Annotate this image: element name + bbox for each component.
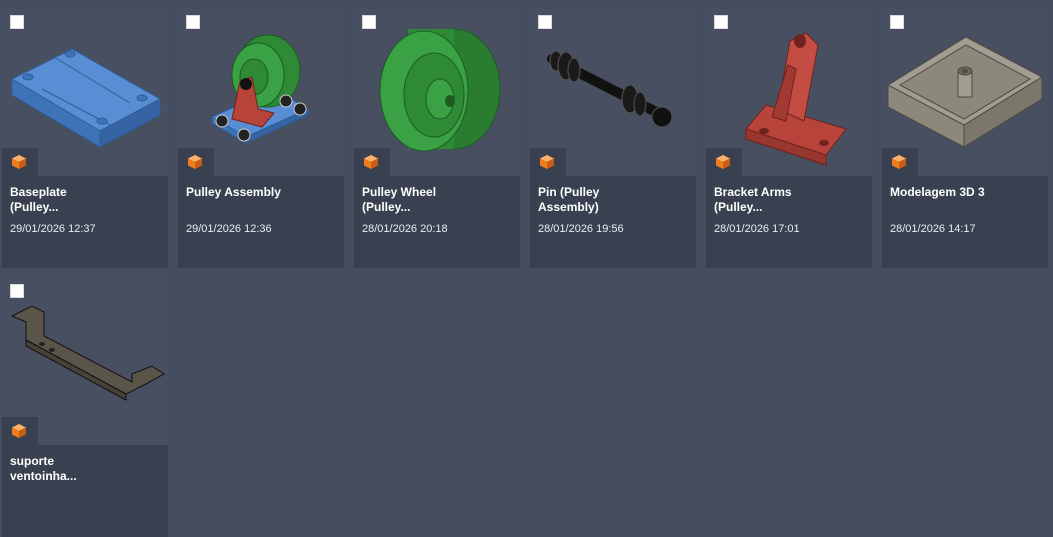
cube-icon: [364, 155, 378, 169]
thumbnail-pin[interactable]: [530, 9, 696, 176]
design-type-badge: [882, 148, 918, 176]
select-checkbox[interactable]: [714, 15, 728, 29]
select-checkbox[interactable]: [10, 284, 24, 298]
design-card[interactable]: Baseplate (Pulley... 29/01/2026 12:37: [2, 9, 168, 268]
design-title[interactable]: Bracket Arms (Pulley...: [714, 185, 862, 215]
thumbnail-baseplate[interactable]: [2, 9, 168, 176]
thumbnail-modelagem[interactable]: [882, 9, 1048, 176]
design-card[interactable]: Pin (Pulley Assembly) 28/01/2026 19:56: [530, 9, 696, 268]
modified-date: 28/01/2026 20:18: [362, 223, 448, 235]
modified-date: 28/01/2026 14:17: [890, 223, 976, 235]
cube-icon: [12, 155, 26, 169]
cube-icon: [12, 424, 26, 438]
design-card[interactable]: suporte ventoinha...: [2, 278, 168, 537]
design-card[interactable]: Modelagem 3D 3 28/01/2026 14:17: [882, 9, 1048, 268]
cube-icon: [716, 155, 730, 169]
modified-date: 29/01/2026 12:37: [10, 223, 96, 235]
design-card[interactable]: Pulley Assembly 29/01/2026 12:36: [178, 9, 344, 268]
design-type-badge: [178, 148, 214, 176]
design-type-badge: [2, 148, 38, 176]
cube-icon: [540, 155, 554, 169]
thumbnail-bracket-arms[interactable]: [706, 9, 872, 176]
design-type-badge: [530, 148, 566, 176]
select-checkbox[interactable]: [362, 15, 376, 29]
design-title[interactable]: Pulley Assembly: [186, 185, 334, 200]
design-title[interactable]: Pulley Wheel (Pulley...: [362, 185, 510, 215]
design-title[interactable]: suporte ventoinha...: [10, 454, 158, 484]
design-title[interactable]: Baseplate (Pulley...: [10, 185, 158, 215]
select-checkbox[interactable]: [538, 15, 552, 29]
modified-date: 28/01/2026 19:56: [538, 223, 624, 235]
modified-date: 29/01/2026 12:36: [186, 223, 272, 235]
select-checkbox[interactable]: [890, 15, 904, 29]
design-type-badge: [706, 148, 742, 176]
thumbnail-suporte-ventoinha[interactable]: [2, 278, 168, 445]
design-type-badge: [2, 417, 38, 445]
cube-icon: [892, 155, 906, 169]
design-title[interactable]: Pin (Pulley Assembly): [538, 185, 686, 215]
select-checkbox[interactable]: [186, 15, 200, 29]
design-type-badge: [354, 148, 390, 176]
select-checkbox[interactable]: [10, 15, 24, 29]
cube-icon: [188, 155, 202, 169]
design-title[interactable]: Modelagem 3D 3: [890, 185, 1038, 200]
thumbnail-pulley-wheel[interactable]: [354, 9, 520, 176]
design-card[interactable]: Pulley Wheel (Pulley... 28/01/2026 20:18: [354, 9, 520, 268]
modified-date: 28/01/2026 17:01: [714, 223, 800, 235]
thumbnail-pulley-assembly[interactable]: [178, 9, 344, 176]
design-card[interactable]: Bracket Arms (Pulley... 28/01/2026 17:01: [706, 9, 872, 268]
